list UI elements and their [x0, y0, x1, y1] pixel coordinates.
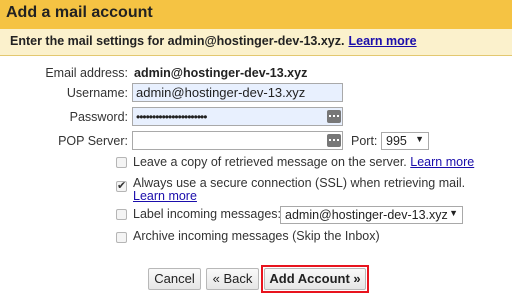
leave-copy-checkbox[interactable] — [116, 157, 127, 168]
label-incoming-select[interactable]: admin@hostinger-dev-13.xyz ▼ — [280, 206, 463, 224]
port-select[interactable]: 995 ▼ — [381, 132, 429, 150]
username-input[interactable]: admin@hostinger-dev-13.xyz — [132, 83, 343, 102]
leave-copy-label: Leave a copy of retrieved message on the… — [133, 155, 407, 169]
label-incoming-label: Label incoming messages: — [133, 207, 281, 221]
email-address-value: admin@hostinger-dev-13.xyz — [134, 66, 308, 80]
learn-more-link[interactable]: Learn more — [348, 34, 416, 48]
leave-copy-option: Leave a copy of retrieved message on the… — [133, 155, 474, 169]
username-label: Username: — [66, 86, 128, 100]
pop-server-label: POP Server: — [58, 134, 128, 148]
email-address-label: Email address: — [45, 66, 128, 80]
ssl-option: Learn more — [133, 189, 197, 203]
ssl-option-label: Always use a secure connection (SSL) whe… — [133, 176, 466, 190]
cancel-button[interactable]: Cancel — [148, 268, 201, 290]
password-label: Password: — [69, 110, 128, 124]
port-label: Port: — [351, 134, 378, 148]
ssl-learn-more-link[interactable]: Learn more — [133, 189, 197, 203]
chevron-down-icon: ▼ — [415, 134, 424, 144]
chevron-down-icon: ▼ — [449, 208, 458, 218]
dialog-title: Add a mail account — [6, 4, 153, 21]
archive-checkbox[interactable] — [116, 232, 127, 243]
instruction-bar: Enter the mail settings for admin@hostin… — [0, 29, 512, 56]
username-value: admin@hostinger-dev-13.xyz — [136, 85, 306, 100]
password-input[interactable]: •••••••••••••••••••••• — [132, 107, 343, 126]
password-manager-key-icon[interactable] — [327, 134, 341, 147]
password-value: •••••••••••••••••••••• — [136, 110, 207, 124]
password-manager-key-icon[interactable] — [327, 110, 341, 123]
archive-label: Archive incoming messages (Skip the Inbo… — [133, 229, 380, 243]
instruction-text: Enter the mail settings for admin@hostin… — [10, 34, 417, 48]
port-value: 995 — [386, 134, 407, 148]
instruction-message: Enter the mail settings for admin@hostin… — [10, 34, 345, 48]
ssl-checkbox[interactable] — [116, 179, 127, 192]
label-incoming-select-value: admin@hostinger-dev-13.xyz — [285, 208, 448, 222]
highlight-box — [261, 265, 369, 293]
label-incoming-checkbox[interactable] — [116, 209, 127, 220]
dialog-title-bar: Add a mail account — [0, 0, 512, 29]
back-button[interactable]: « Back — [206, 268, 259, 290]
leave-copy-learn-more-link[interactable]: Learn more — [410, 155, 474, 169]
pop-server-input[interactable] — [132, 131, 343, 150]
